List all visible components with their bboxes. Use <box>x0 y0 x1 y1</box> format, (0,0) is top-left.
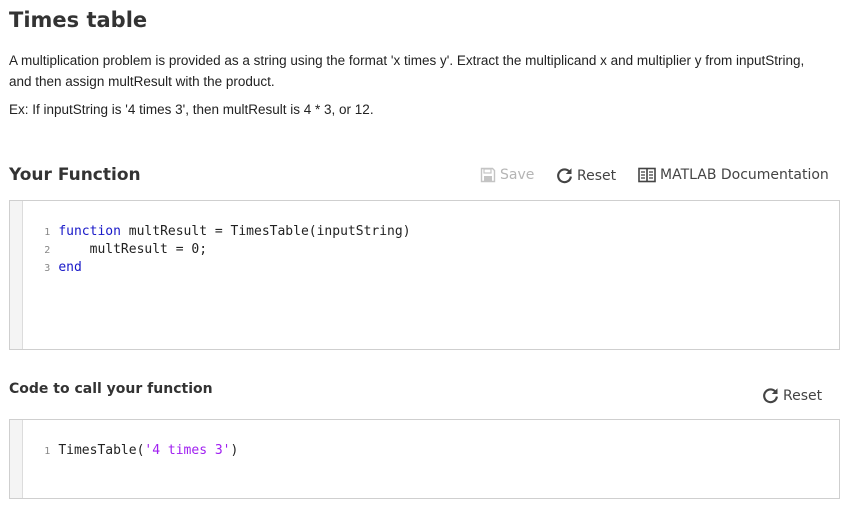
function-code-editor[interactable]: 1 function multResult = TimesTable(inputS… <box>9 200 840 350</box>
call-code-editor[interactable]: 1 TimesTable('4 times 3') <box>9 419 840 499</box>
problem-description: A multiplication problem is provided as … <box>9 53 805 89</box>
line-number: 1 <box>44 446 51 457</box>
code-line: 1 function multResult = TimesTable(inputS… <box>10 205 410 239</box>
code-text: TimesTable( <box>58 443 145 458</box>
keyword-token: end <box>58 260 82 275</box>
function-section-title: Your Function <box>9 165 141 185</box>
reset-label: Reset <box>577 167 617 184</box>
matlab-documentation-button[interactable]: MATLAB Documentation <box>638 167 829 183</box>
reset-icon <box>762 387 779 404</box>
code-line: 3 end <box>10 241 82 275</box>
page-title: Times table <box>9 8 148 32</box>
string-token: '4 times 3' <box>144 443 231 458</box>
reset-icon <box>556 167 573 184</box>
code-line: 1 TimesTable('4 times 3') <box>10 424 238 458</box>
call-section-title: Code to call your function <box>9 381 213 397</box>
reset-label: Reset <box>783 387 823 404</box>
code-line: 2 multResult = 0; <box>10 223 207 257</box>
book-icon <box>638 167 656 183</box>
save-button[interactable]: Save <box>480 167 534 183</box>
code-text: ) <box>230 443 239 458</box>
floppy-disk-icon <box>480 167 496 183</box>
problem-example: Ex: If inputString is '4 times 3', then … <box>9 102 374 117</box>
reset-call-button[interactable]: Reset <box>762 387 822 404</box>
line-number: 3 <box>44 263 51 274</box>
reset-function-button[interactable]: Reset <box>556 167 616 184</box>
save-label: Save <box>500 167 535 183</box>
docs-label: MATLAB Documentation <box>660 167 829 183</box>
